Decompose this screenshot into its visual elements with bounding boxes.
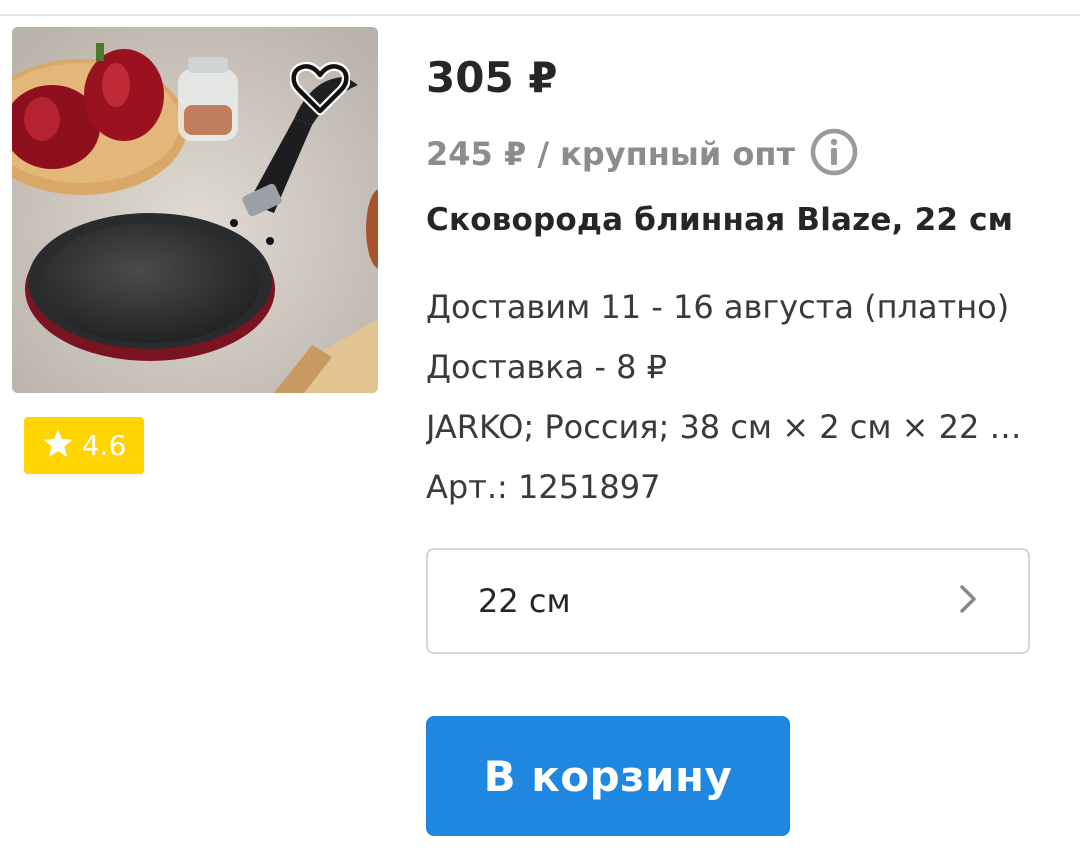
rating-badge: 4.6 [24, 417, 144, 474]
delivery-cost: Доставка - 8 ₽ [426, 348, 667, 386]
product-price: 305 ₽ [426, 53, 558, 102]
product-card: 4.6 305 ₽ 245 ₽ / крупный опт Сковорода … [0, 0, 1080, 860]
star-icon [42, 428, 74, 463]
top-divider [0, 14, 1080, 16]
info-icon[interactable] [809, 127, 859, 181]
heart-outline-icon [289, 61, 351, 120]
delivery-date: Доставим 11 - 16 августа (платно) [426, 288, 1010, 326]
rating-value: 4.6 [81, 429, 127, 462]
product-article: Арт.: 1251897 [426, 468, 661, 506]
wholesale-price: 245 ₽ / крупный опт [426, 135, 796, 173]
product-title[interactable]: Сковорода блинная Blaze, 22 см [426, 202, 1013, 238]
wholesale-price-row: 245 ₽ / крупный опт [426, 127, 859, 181]
product-specs: JARKO; Россия; 38 см × 2 см × 22 с... [426, 408, 1032, 446]
chevron-right-icon [958, 583, 978, 619]
favorite-button[interactable] [286, 60, 354, 122]
add-to-cart-button[interactable]: В корзину [426, 716, 790, 836]
size-select[interactable]: 22 см [426, 548, 1030, 654]
size-value: 22 см [478, 582, 571, 620]
